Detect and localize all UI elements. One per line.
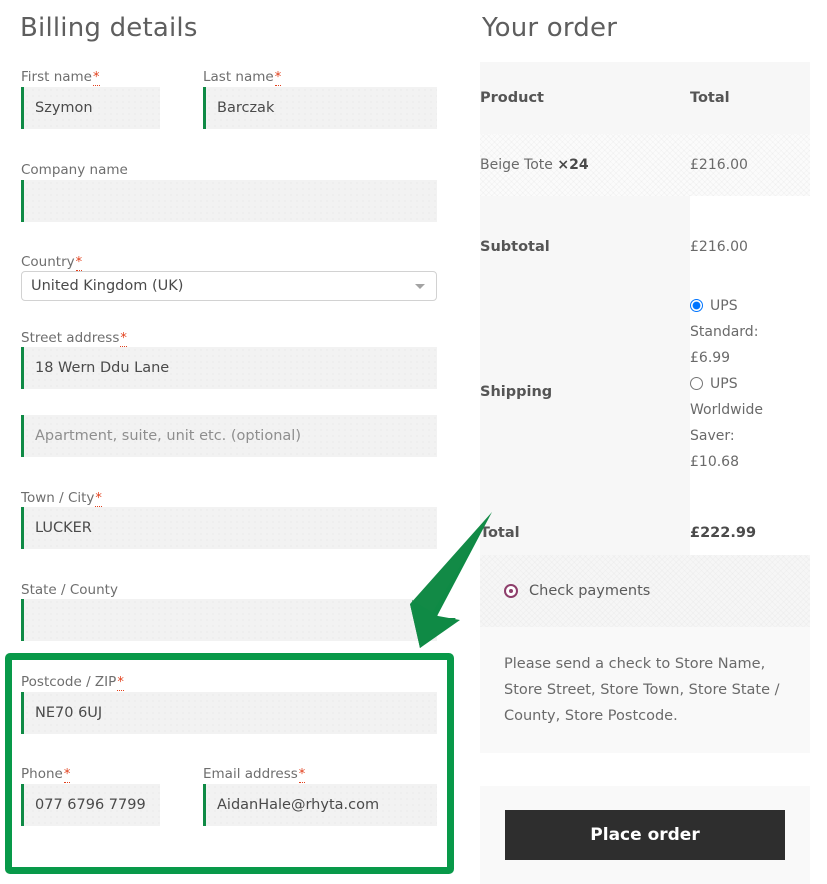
first-name-input[interactable] <box>21 87 160 129</box>
company-name-label: Company name <box>21 162 128 178</box>
phone-label-row: Phone* <box>21 763 71 783</box>
order-item-name: Beige Tote <box>480 157 553 173</box>
shipping-option-ups-worldwide-saver[interactable]: UPS Worldwide Saver: £10.68 <box>690 371 766 475</box>
street-address-label-row: Street address* <box>21 327 127 347</box>
order-item-name-cell: Beige Tote ×24 <box>480 134 690 196</box>
postcode-zip-label: Postcode / ZIP <box>21 674 117 690</box>
postcode-zip-label-row: Postcode / ZIP* <box>21 671 124 691</box>
subtotal-label: Subtotal <box>480 196 690 276</box>
shipping-row: Shipping UPS Standard: £6.99 UPS Worldwi… <box>480 276 810 485</box>
shipping-radio-ups-worldwide-saver[interactable] <box>690 377 703 390</box>
required-indicator: * <box>298 767 306 783</box>
first-name-label: First name <box>21 69 92 85</box>
last-name-label: Last name <box>203 69 274 85</box>
required-indicator: * <box>117 675 124 691</box>
state-county-label: State / County <box>21 582 118 598</box>
country-select-wrapper[interactable]: United Kingdom (UK) <box>21 271 437 301</box>
state-county-input[interactable] <box>21 599 437 641</box>
country-label: Country <box>21 254 75 270</box>
your-order-title: Your order <box>482 13 618 43</box>
email-input[interactable] <box>203 784 437 826</box>
street-address-label: Street address <box>21 330 120 346</box>
shipping-radio-ups-standard[interactable] <box>690 299 703 312</box>
order-table-header-row: Product Total <box>480 62 810 134</box>
last-name-label-row: Last name* <box>203 66 282 86</box>
payment-methods-box: Check payments Please send a check to St… <box>480 555 810 753</box>
column-header-product: Product <box>480 62 690 134</box>
required-indicator: * <box>75 255 83 271</box>
shipping-option-label: UPS Worldwide Saver: £10.68 <box>690 376 763 470</box>
street-address-input[interactable] <box>21 347 437 389</box>
required-indicator: * <box>63 767 71 783</box>
required-indicator: * <box>120 331 127 347</box>
payment-method-description: Please send a check to Store Name, Store… <box>480 627 810 753</box>
order-summary-table: Product Total Beige Tote ×24 £216.00 Sub… <box>480 62 810 563</box>
radio-selected-icon[interactable] <box>504 584 518 598</box>
phone-label: Phone <box>21 766 63 782</box>
order-item-multiply-sign: × <box>557 157 570 173</box>
required-indicator: * <box>274 70 282 86</box>
state-county-label-row: State / County <box>21 579 118 598</box>
subtotal-value: £216.00 <box>690 196 810 276</box>
shipping-label: Shipping <box>480 276 690 485</box>
town-city-label: Town / City <box>21 490 95 506</box>
first-name-label-row: First name* <box>21 66 100 86</box>
payment-method-check-payments[interactable]: Check payments <box>480 555 810 627</box>
order-total-label: Total <box>480 485 690 563</box>
country-label-row: Country* <box>21 251 83 271</box>
order-item-total: £216.00 <box>690 134 810 196</box>
order-total-value: £222.99 <box>690 485 810 563</box>
shipping-option-ups-standard[interactable]: UPS Standard: £6.99 <box>690 293 766 371</box>
postcode-zip-input[interactable] <box>21 692 437 734</box>
email-label-row: Email address* <box>203 763 306 783</box>
payment-method-label: Check payments <box>529 583 651 599</box>
order-item-qty: 24 <box>569 157 589 173</box>
order-item-row: Beige Tote ×24 £216.00 <box>480 134 810 196</box>
country-select[interactable]: United Kingdom (UK) <box>21 271 437 301</box>
billing-details-title: Billing details <box>20 13 198 43</box>
place-order-button[interactable]: Place order <box>505 810 785 860</box>
required-indicator: * <box>93 70 100 86</box>
email-label: Email address <box>203 766 298 782</box>
town-city-label-row: Town / City* <box>21 487 102 507</box>
order-total-row: Total £222.99 <box>480 485 810 563</box>
company-name-label-row: Company name <box>21 159 128 178</box>
last-name-input[interactable] <box>203 87 437 129</box>
address-line-2-input[interactable] <box>21 415 437 457</box>
subtotal-row: Subtotal £216.00 <box>480 196 810 276</box>
required-indicator: * <box>95 491 102 507</box>
place-order-section: Place order <box>480 786 810 884</box>
billing-details-column: Billing details First name* Last name* C… <box>0 0 470 884</box>
shipping-options-cell: UPS Standard: £6.99 UPS Worldwide Saver:… <box>690 276 810 485</box>
column-header-total: Total <box>690 62 810 134</box>
company-name-input[interactable] <box>21 180 437 222</box>
phone-input[interactable] <box>21 784 160 826</box>
town-city-input[interactable] <box>21 507 437 549</box>
